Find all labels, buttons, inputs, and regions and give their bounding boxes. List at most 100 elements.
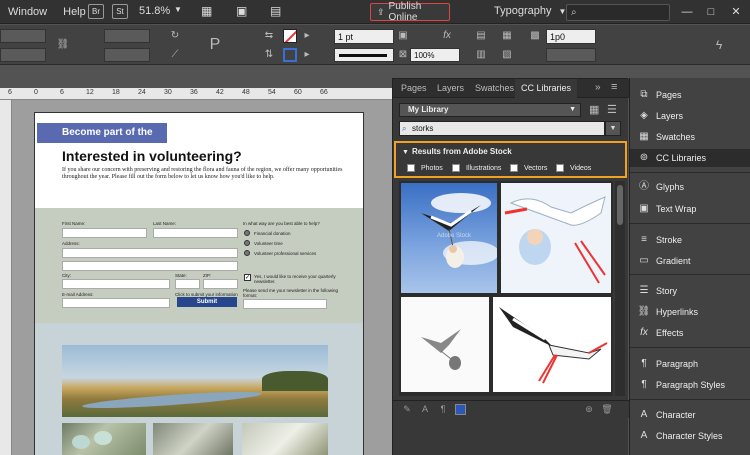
text-frame-options-icon[interactable]: ▤: [474, 29, 488, 43]
grid-view-icon[interactable]: ▦: [589, 103, 599, 116]
y-field[interactable]: [0, 48, 46, 62]
add-character-style-icon[interactable]: A: [419, 403, 431, 415]
stroke-weight-field[interactable]: 1 pt: [334, 29, 394, 44]
opacity-field[interactable]: 100%: [410, 48, 460, 62]
marsh-photo[interactable]: [62, 345, 328, 417]
dock-item-stroke[interactable]: ≡ Stroke: [630, 231, 750, 249]
frame-field[interactable]: [546, 48, 596, 62]
arrange-docs-icon[interactable]: ▤: [270, 4, 281, 18]
fill-swatch[interactable]: [283, 29, 297, 43]
zip-field[interactable]: [203, 279, 238, 289]
workspace-switcher[interactable]: Typography ▼: [494, 5, 566, 17]
panel-menu-icon[interactable]: ≡: [611, 81, 617, 93]
stock-search-input[interactable]: ⌕: [566, 4, 670, 21]
minimize-icon[interactable]: —: [681, 6, 693, 18]
chevron-right-icon[interactable]: ▸: [300, 29, 314, 43]
zoom-level[interactable]: 51.8%: [139, 5, 170, 17]
submit-button[interactable]: Submit: [177, 297, 237, 307]
first-name-field[interactable]: [62, 228, 147, 238]
filter-videos-checkbox[interactable]: [556, 164, 564, 172]
document-page[interactable]: Become part of the solution Interested i…: [34, 112, 364, 455]
dock-item-gradient[interactable]: ▭ Gradient: [630, 252, 750, 270]
dock-item-swatches[interactable]: ▦ Swatches: [630, 128, 750, 146]
banner[interactable]: Become part of the solution: [37, 123, 167, 158]
screen-mode-icon[interactable]: ▣: [236, 4, 247, 18]
creative-cloud-icon[interactable]: ⊚: [583, 403, 595, 415]
gutter-field[interactable]: 1p0: [546, 29, 596, 44]
radio-services[interactable]: [244, 250, 250, 256]
filter-photos-checkbox[interactable]: [407, 164, 415, 172]
stock-thumb-flying-stork[interactable]: [493, 297, 611, 392]
stock-thumb-stork-silhouette[interactable]: [401, 297, 489, 392]
menu-window[interactable]: Window: [0, 6, 55, 18]
align-icon[interactable]: ▥: [474, 48, 488, 62]
scrollbar-thumb[interactable]: [617, 185, 623, 225]
add-graphic-icon[interactable]: ✎: [401, 403, 413, 415]
constrain-link-icon[interactable]: ⛓: [56, 38, 70, 52]
results-toggle[interactable]: ▼ Results from Adobe Stock: [402, 147, 512, 156]
last-name-field[interactable]: [153, 228, 238, 238]
tab-layers[interactable]: Layers: [431, 79, 470, 98]
bridge-button[interactable]: Br: [88, 4, 104, 19]
dock-item-layers[interactable]: ◈ Layers: [630, 107, 750, 125]
flip-v-icon[interactable]: ⇅: [262, 48, 276, 62]
results-scrollbar[interactable]: [615, 181, 625, 396]
library-search-input[interactable]: ⌕ storks: [399, 121, 605, 136]
newsletter-checkbox[interactable]: ✓: [244, 274, 251, 281]
heron-chicks-photo[interactable]: [242, 423, 328, 455]
select-container-icon[interactable]: P: [208, 37, 222, 53]
lightning-icon[interactable]: ϟ: [712, 38, 726, 52]
add-paragraph-style-icon[interactable]: ¶: [437, 403, 449, 415]
dock-item-story[interactable]: ☰ Story: [630, 282, 750, 300]
list-view-icon[interactable]: ☰: [607, 103, 617, 116]
shear-icon[interactable]: ⟋: [168, 48, 182, 62]
stock-button[interactable]: St: [112, 4, 128, 19]
chicks-photo[interactable]: [153, 423, 233, 455]
chevron-right-icon[interactable]: ▸: [300, 48, 314, 62]
intro-text[interactable]: If you share our concern with preserving…: [62, 167, 352, 181]
x-field[interactable]: [0, 29, 46, 43]
stock-thumb-stork-baby[interactable]: Adobe Stock: [401, 183, 497, 293]
dock-item-glyphs[interactable]: Ⓐ Glyphs: [630, 178, 750, 196]
tab-swatches[interactable]: Swatches: [469, 79, 520, 98]
view-options-icon[interactable]: ▦: [201, 4, 212, 18]
tab-cc-libraries[interactable]: CC Libraries: [515, 79, 578, 98]
dock-item-cc-libraries[interactable]: ⊚ CC Libraries: [630, 149, 750, 167]
dock-item-character-styles[interactable]: A Character Styles: [630, 427, 750, 445]
tab-pages[interactable]: Pages: [395, 79, 433, 98]
dock-item-pages[interactable]: ⧉ Pages: [630, 86, 750, 104]
search-scope-dropdown[interactable]: ▼: [605, 121, 621, 136]
close-icon[interactable]: ✕: [730, 6, 742, 18]
scale-x-field[interactable]: [104, 29, 150, 43]
opacity-icon[interactable]: ⊠: [396, 48, 410, 62]
headline[interactable]: Interested in volunteering?: [62, 148, 242, 164]
dock-item-text-wrap[interactable]: ▣ Text Wrap: [630, 200, 750, 218]
add-color-icon[interactable]: [455, 404, 466, 415]
dock-item-character[interactable]: A Character: [630, 406, 750, 424]
dock-item-effects[interactable]: fx Effects: [630, 324, 750, 342]
city-field[interactable]: [62, 279, 170, 289]
radio-time[interactable]: [244, 240, 250, 246]
dock-item-paragraph[interactable]: ¶ Paragraph: [630, 355, 750, 373]
flip-h-icon[interactable]: ⇆: [262, 29, 276, 43]
volunteer-form[interactable]: First Name: Last Name: Address: City: St…: [35, 208, 363, 323]
scale-y-field[interactable]: [104, 48, 150, 62]
dock-item-paragraph-styles[interactable]: ¶ Paragraph Styles: [630, 376, 750, 394]
library-select[interactable]: My Library ▼: [399, 103, 581, 117]
stroke-type-select[interactable]: [334, 48, 394, 62]
state-field[interactable]: [175, 279, 200, 289]
dock-item-hyperlinks[interactable]: ⛓ Hyperlinks: [630, 303, 750, 321]
stock-thumb-cartoon-stork[interactable]: [501, 183, 611, 293]
chevron-down-icon[interactable]: ▼: [174, 5, 182, 14]
rotate-icon[interactable]: ↻: [168, 29, 182, 43]
panel-collapse-icon[interactable]: »: [595, 82, 601, 93]
address-field-2[interactable]: [62, 261, 238, 271]
stroke-swatch[interactable]: [283, 48, 297, 62]
columns-icon[interactable]: ▧: [500, 48, 514, 62]
gutter-icon[interactable]: ▩: [528, 29, 542, 43]
fx-icon[interactable]: fx: [440, 29, 454, 43]
filter-vectors-checkbox[interactable]: [510, 164, 518, 172]
filter-illustrations-checkbox[interactable]: [452, 164, 460, 172]
drop-shadow-icon[interactable]: ▣: [396, 29, 410, 43]
radio-financial[interactable]: [244, 230, 250, 236]
